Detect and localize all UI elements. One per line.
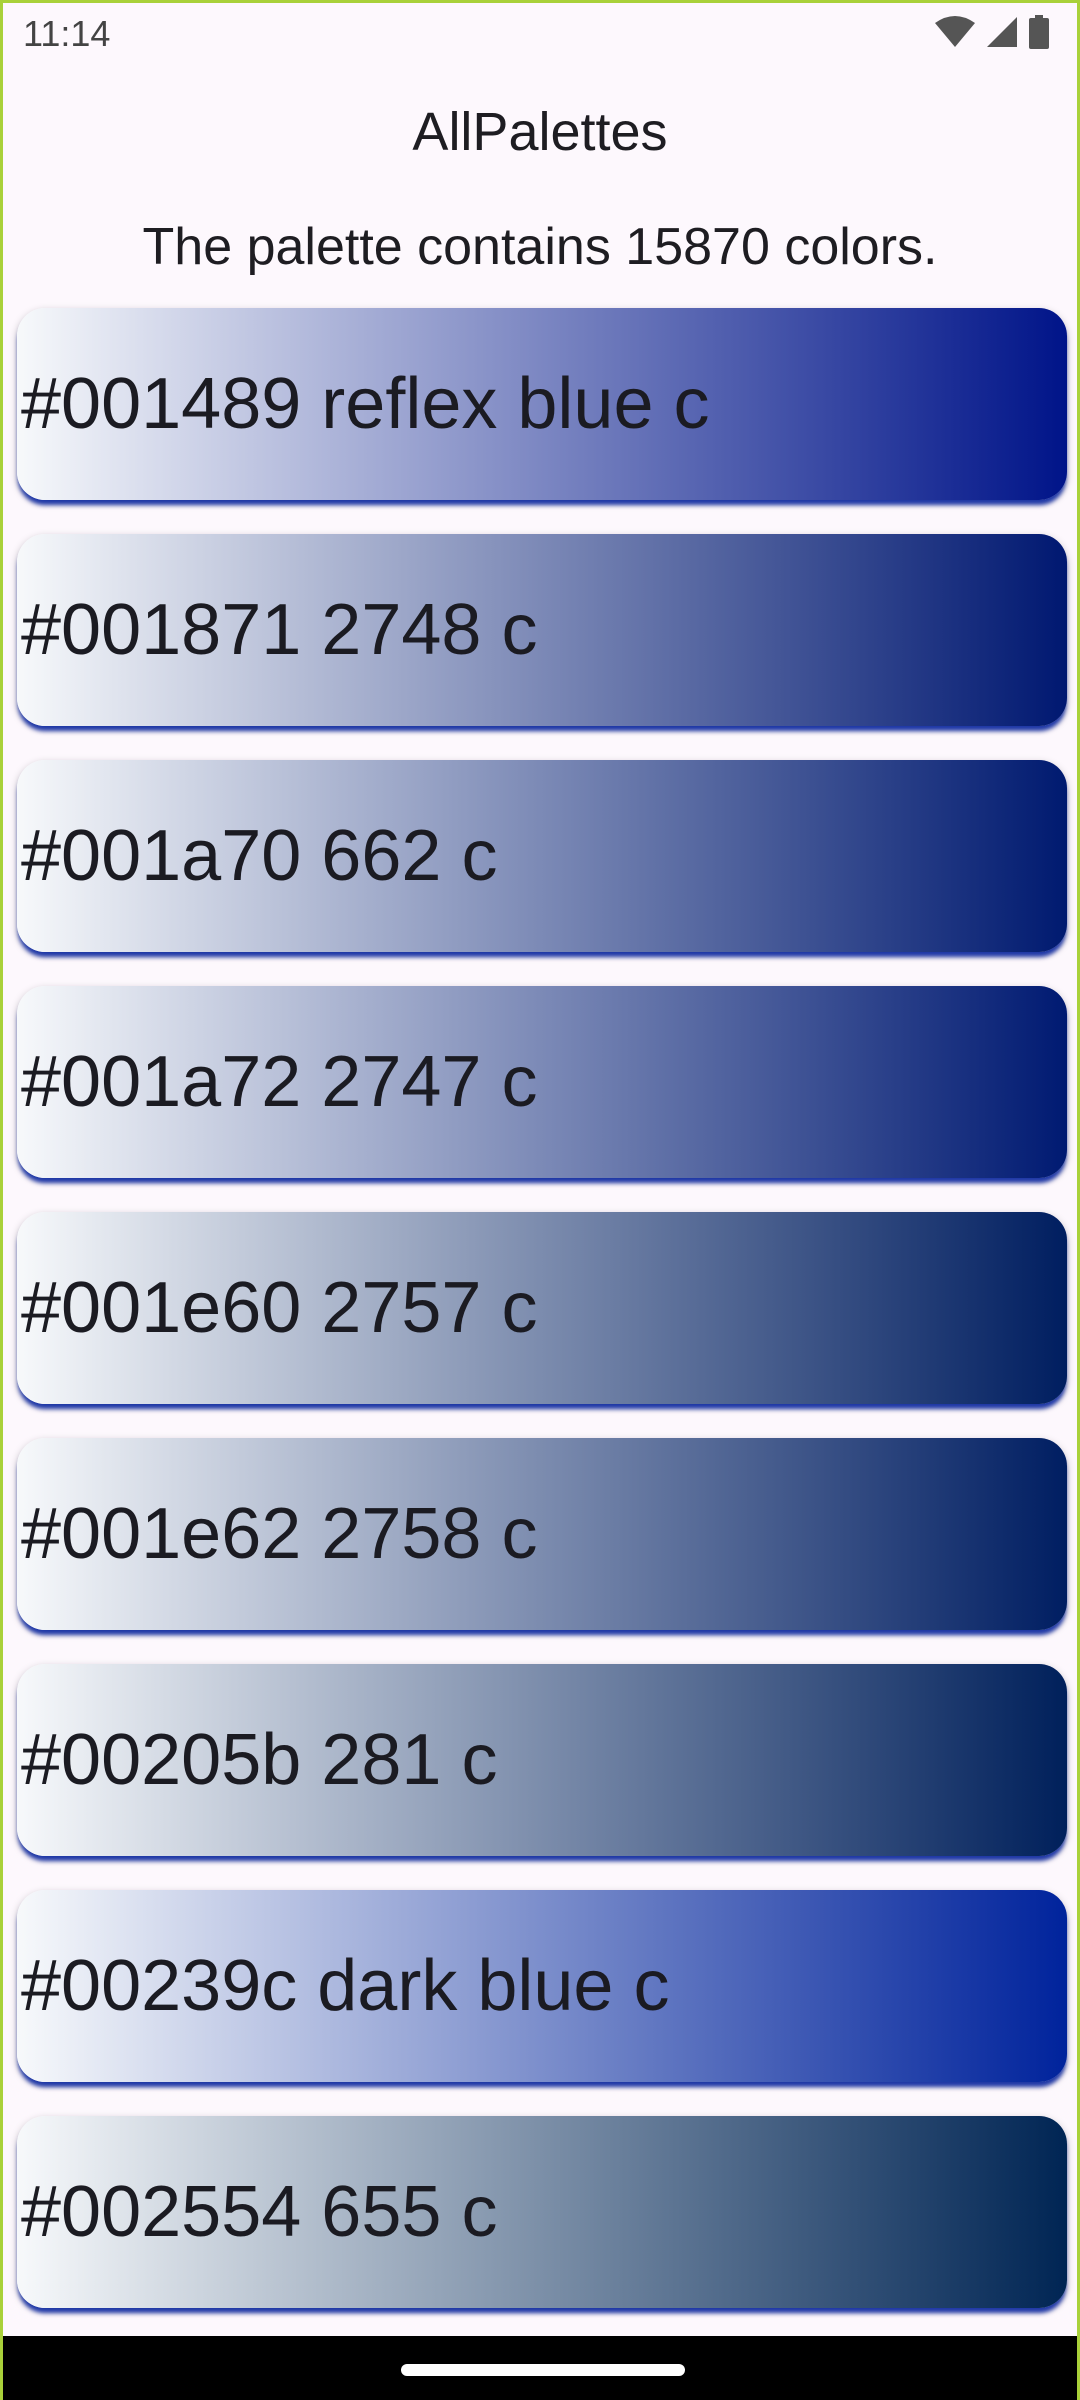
color-label: #00205b 281 c — [21, 1720, 498, 1800]
app-screen: 11:14 AllPalettes The palette contains 1… — [0, 0, 1080, 2400]
battery-icon — [1029, 15, 1049, 54]
navigation-bar — [3, 2336, 1077, 2400]
wifi-icon — [935, 15, 975, 54]
color-card[interactable]: #00205b 281 c — [17, 1664, 1067, 1856]
color-card[interactable]: #001a70 662 c — [17, 760, 1067, 952]
app-title: AllPalettes — [412, 102, 668, 162]
color-label: #00239c dark blue c — [21, 1946, 670, 2026]
color-label: #001e60 2757 c — [21, 1268, 538, 1348]
status-bar: 11:14 — [3, 3, 1077, 67]
home-handle[interactable] — [401, 2364, 685, 2376]
palette-count-text: The palette contains 15870 colors. — [142, 218, 938, 276]
status-time: 11:14 — [23, 13, 111, 54]
color-card[interactable]: #00239c dark blue c — [17, 1890, 1067, 2082]
color-list[interactable]: #001489 reflex blue c #001871 2748 c #001a… — [17, 308, 1067, 2342]
color-label: #001a70 662 c — [21, 816, 498, 896]
color-card[interactable]: #001e62 2758 c — [17, 1438, 1067, 1630]
color-label: #001489 reflex blue c — [21, 364, 710, 444]
status-icons — [935, 15, 1049, 54]
color-card[interactable]: #001e60 2757 c — [17, 1212, 1067, 1404]
color-label: #001a72 2747 c — [21, 1042, 538, 1122]
color-card[interactable]: #001871 2748 c — [17, 534, 1067, 726]
signal-icon — [985, 15, 1019, 54]
color-label: #001e62 2758 c — [21, 1494, 538, 1574]
color-label: #002554 655 c — [21, 2172, 498, 2252]
color-card[interactable]: #001489 reflex blue c — [17, 308, 1067, 500]
color-label: #001871 2748 c — [21, 590, 538, 670]
color-card[interactable]: #002554 655 c — [17, 2116, 1067, 2308]
color-card[interactable]: #001a72 2747 c — [17, 986, 1067, 1178]
